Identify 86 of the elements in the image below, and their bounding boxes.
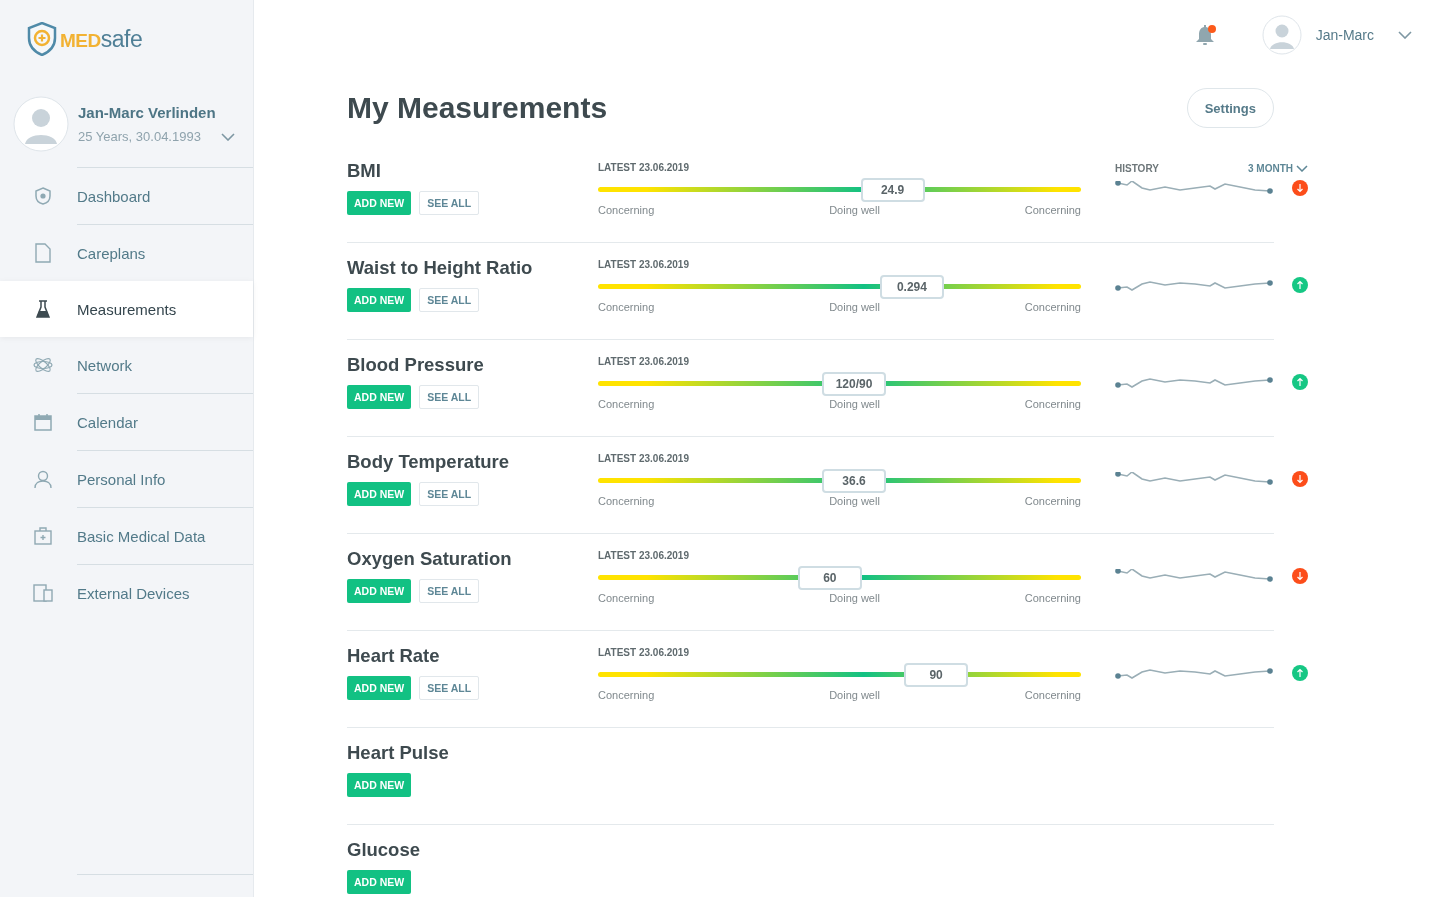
trend-up-icon: [1292, 665, 1308, 681]
flask-icon: [36, 299, 50, 319]
scale-label: Concerning: [1024, 398, 1081, 410]
scale-label: Concerning: [1024, 689, 1081, 701]
latest-date: LATEST 23.06.2019: [598, 259, 690, 270]
atom-icon: [33, 356, 53, 374]
sidebar-item[interactable]: Network: [77, 337, 253, 393]
measurement-name: BMI: [347, 160, 382, 182]
see-all-button[interactable]: SEE ALL: [419, 191, 480, 215]
page-title: My Measurements: [347, 91, 608, 125]
scale-label: Concerning: [1024, 495, 1081, 507]
calendar-icon: [34, 413, 52, 431]
shield-icon: [35, 187, 51, 205]
value-thumb: 120/90: [822, 372, 886, 396]
scale-label: Concerning: [598, 301, 655, 313]
chevron-down-icon[interactable]: [220, 132, 235, 141]
latest-date: LATEST 23.06.2019: [598, 550, 690, 561]
scale-label: Concerning: [1024, 301, 1081, 313]
add-new-button[interactable]: ADD NEW: [347, 385, 412, 409]
value-thumb: 0.294: [879, 275, 944, 299]
measurement-name: Glucose: [347, 839, 421, 861]
scale-label: Concerning: [1024, 204, 1081, 216]
sidebar-item[interactable]: Measurements: [0, 281, 253, 337]
value-thumb: 36.6: [822, 469, 886, 493]
measurement-name: Waist to Height Ratio: [347, 257, 534, 279]
see-all-button[interactable]: SEE ALL: [419, 676, 480, 700]
measurement-name: Body Temperature: [347, 451, 511, 473]
latest-date: LATEST 23.06.2019: [598, 647, 690, 658]
measurement-name: Heart Rate: [347, 645, 441, 667]
latest-date: LATEST 23.06.2019: [598, 453, 690, 464]
period-dropdown[interactable]: 3 MONTH: [1248, 162, 1308, 174]
avatar-icon: [13, 96, 69, 152]
trend-up-icon: [1292, 277, 1308, 293]
add-new-button[interactable]: ADD NEW: [347, 191, 412, 215]
see-all-button[interactable]: SEE ALL: [419, 385, 480, 409]
add-new-button[interactable]: ADD NEW: [347, 482, 412, 506]
devices-icon: [33, 584, 53, 602]
see-all-button[interactable]: SEE ALL: [419, 288, 480, 312]
value-thumb: 90: [904, 663, 969, 687]
profile-name: Jan-Marc Verlinden: [78, 104, 217, 121]
scale-label: Concerning: [598, 495, 655, 507]
add-new-button[interactable]: ADD NEW: [347, 773, 412, 797]
trend-up-icon: [1292, 374, 1308, 390]
value-thumb: 24.9: [860, 178, 925, 202]
measurement-name: Blood Pressure: [347, 354, 485, 376]
settings-button[interactable]: Settings: [1186, 88, 1274, 128]
chevron-down-icon[interactable]: [1296, 164, 1308, 172]
document-icon: [35, 243, 51, 263]
scale-label: Doing well: [829, 495, 880, 507]
scale-label: Concerning: [598, 689, 655, 701]
scale-label: Concerning: [598, 398, 655, 410]
person-icon: [34, 469, 52, 489]
profile-details: 25 Years, 30.04.1993: [78, 129, 201, 144]
user-name[interactable]: Jan-Marc: [1315, 27, 1374, 43]
measurement-name: Oxygen Saturation: [347, 548, 513, 570]
value-thumb: 60: [797, 566, 862, 590]
shield-logo-icon: [27, 22, 57, 56]
measurement-name: Heart Pulse: [347, 742, 450, 764]
sidebar-item[interactable]: External Devices: [77, 564, 253, 621]
scale-label: Doing well: [829, 301, 880, 313]
trend-down-icon: [1292, 471, 1308, 487]
add-new-button[interactable]: ADD NEW: [347, 870, 412, 894]
add-new-button[interactable]: ADD NEW: [347, 579, 412, 603]
scale-label: Doing well: [829, 592, 880, 604]
scale-label: Concerning: [1024, 592, 1081, 604]
history-label: HISTORY: [1115, 162, 1159, 174]
latest-date: LATEST 23.06.2019: [598, 356, 690, 367]
trend-down-icon: [1292, 568, 1308, 584]
see-all-button[interactable]: SEE ALL: [419, 579, 480, 603]
sidebar-item[interactable]: Personal Info: [77, 450, 253, 507]
add-new-button[interactable]: ADD NEW: [347, 676, 412, 700]
logo-text: MEDsafe: [60, 25, 143, 53]
scale-label: Concerning: [598, 592, 655, 604]
latest-date: LATEST 23.06.2019: [598, 162, 690, 173]
scale-label: Doing well: [829, 689, 880, 701]
chevron-down-icon[interactable]: [1398, 31, 1412, 39]
sidebar-item[interactable]: Basic Medical Data: [77, 507, 253, 564]
sidebar-item[interactable]: Calendar: [77, 393, 253, 450]
medical-kit-icon: [34, 527, 52, 545]
scale-label: Concerning: [598, 204, 655, 216]
add-new-button[interactable]: ADD NEW: [347, 288, 412, 312]
scale-label: Doing well: [829, 204, 880, 216]
see-all-button[interactable]: SEE ALL: [419, 482, 480, 506]
sidebar-item[interactable]: Dashboard: [77, 167, 253, 224]
trend-down-icon: [1292, 180, 1308, 196]
scale-label: Doing well: [829, 398, 880, 410]
